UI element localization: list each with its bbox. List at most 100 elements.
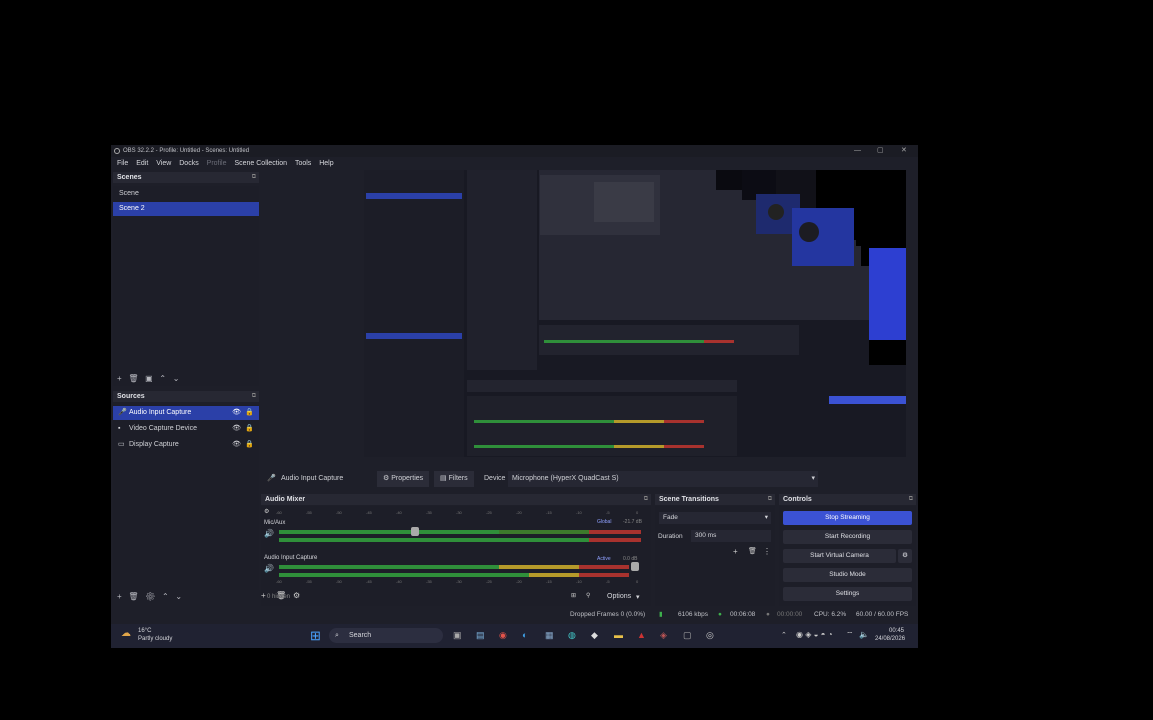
app-icon[interactable]: ◈ — [660, 630, 667, 641]
source-label: Audio Input Capture — [129, 409, 192, 416]
app-icon[interactable]: ◍ — [568, 630, 576, 641]
virtual-camera-settings-icon[interactable]: ⚙ — [898, 549, 912, 563]
add-icon[interactable]: + — [261, 591, 266, 600]
scene-item-selected[interactable]: Scene 2 — [113, 202, 259, 216]
meter-tick-label: -35 — [426, 579, 432, 584]
move-down-icon[interactable]: ⌄ — [173, 374, 180, 383]
add-scene-icon[interactable]: + — [117, 374, 122, 383]
stop-streaming-button[interactable]: Stop Streaming — [783, 511, 912, 525]
move-up-icon[interactable]: ⌃ — [159, 374, 166, 383]
eye-icon[interactable]: 👁 — [232, 422, 241, 436]
undock-icon[interactable]: ⧉ — [644, 494, 648, 505]
studio-mode-button[interactable]: Studio Mode — [783, 568, 912, 582]
volume-icon[interactable]: 🔊 — [264, 529, 274, 538]
meter-scale: -60 -55 -50 -45 -40 -35 -30 -25 -20 -15 -10 -5 0 — [276, 579, 639, 585]
undock-icon[interactable]: ⧉ — [252, 391, 256, 402]
audio-mixer-header: Audio Mixer ⧉ — [261, 494, 651, 505]
task-view-icon[interactable]: ▣ — [453, 630, 462, 641]
scene-item[interactable]: Scene — [113, 187, 259, 201]
channel-menu-icon[interactable]: ⚙ — [264, 508, 269, 515]
move-up-icon[interactable]: ⌃ — [162, 592, 169, 601]
minimize-icon[interactable]: — — [854, 145, 861, 157]
file-explorer-icon[interactable]: ▤ — [476, 630, 485, 641]
menu-file[interactable]: File — [117, 157, 128, 170]
stream-icon: ● — [718, 611, 722, 618]
obs-icon[interactable]: ◎ — [706, 630, 714, 641]
source-item-video-capture[interactable]: ▪ Video Capture Device 👁 🔒 — [113, 422, 259, 436]
menu-view[interactable]: View — [156, 157, 171, 170]
volume-icon[interactable]: 🔊 — [264, 564, 274, 573]
chrome-icon[interactable]: ◉ — [499, 630, 507, 641]
properties-button[interactable]: ⚙ Properties — [377, 471, 430, 487]
volume-slider-handle[interactable] — [631, 562, 639, 571]
mixer-layout-icon[interactable]: ⊞ — [571, 592, 576, 599]
meter-tick-label: -10 — [576, 579, 582, 584]
scenes-list: Scene Scene 2 — [113, 186, 259, 386]
filters-button[interactable]: ▤ Filters — [434, 471, 474, 487]
more-icon[interactable]: ⋮ — [763, 547, 771, 556]
close-icon[interactable]: ✕ — [901, 145, 907, 157]
menu-bar: File Edit View Docks Profile Scene Colle… — [111, 157, 918, 170]
meter-tick-label: -40 — [396, 510, 402, 515]
filters-label: Filters — [448, 475, 468, 482]
eye-icon[interactable]: 👁 — [232, 438, 241, 452]
menu-help[interactable]: Help — [319, 157, 333, 170]
duration-spinbox[interactable]: 300 ms — [691, 530, 771, 542]
edge-icon[interactable]: ◐ — [522, 630, 527, 640]
start-icon[interactable]: ⊞ — [310, 628, 321, 644]
options-button[interactable]: Options — [607, 593, 631, 600]
remove-scene-icon[interactable]: 🗑 — [128, 374, 138, 383]
chevron-up-icon[interactable]: ⌃ — [781, 631, 787, 639]
menu-tools[interactable]: Tools — [295, 157, 311, 170]
link-icon[interactable]: ⚲ — [586, 592, 590, 599]
preview-canvas[interactable] — [364, 170, 906, 457]
settings-button[interactable]: Settings — [783, 587, 912, 601]
source-item-audio-input[interactable]: 🎤 Audio Input Capture 👁 🔒 — [113, 406, 259, 420]
start-virtual-camera-button[interactable]: Start Virtual Camera — [783, 549, 896, 563]
meter-green — [279, 565, 499, 569]
source-item-display-capture[interactable]: ▭ Display Capture 👁 🔒 — [113, 438, 259, 452]
menu-docks[interactable]: Docks — [179, 157, 198, 170]
wifi-icon[interactable]: ⌔ — [846, 630, 854, 640]
start-recording-button[interactable]: Start Recording — [783, 530, 912, 544]
menu-scene-collection[interactable]: Scene Collection — [234, 157, 287, 170]
folder-icon[interactable]: ▬ — [614, 630, 623, 640]
add-source-icon[interactable]: + — [117, 592, 122, 601]
clock-time[interactable]: 00:45 — [889, 628, 904, 634]
menu-edit[interactable]: Edit — [136, 157, 148, 170]
gear-icon[interactable]: ⚙ — [293, 591, 300, 600]
transition-select[interactable]: Fade ▾ — [659, 512, 771, 524]
app-icon[interactable]: ▢ — [683, 630, 692, 641]
chevron-down-icon: ▾ — [811, 475, 815, 482]
maximize-icon[interactable]: ▢ — [877, 145, 884, 157]
move-down-icon[interactable]: ⌄ — [175, 592, 182, 601]
source-context-bar: 🎤 Audio Input Capture ⚙ Properties ▤ Fil… — [261, 471, 821, 487]
undock-icon[interactable]: ⧉ — [252, 172, 256, 183]
search-box[interactable]: ⌕ Search — [329, 628, 443, 643]
meter-green-dim — [499, 530, 589, 534]
weather-icon[interactable]: ☁ — [121, 628, 131, 639]
app-icon[interactable]: ◆ — [591, 630, 598, 641]
remove-transition-icon[interactable]: 🗑 — [748, 547, 757, 555]
lock-icon[interactable]: 🔒 — [245, 438, 254, 452]
app-icon[interactable]: ▦ — [545, 630, 554, 641]
tray-icons[interactable]: ◉ ◈ ◒ ◓ ◔ — [796, 630, 833, 639]
menu-profile[interactable]: Profile — [207, 157, 227, 170]
meter-yellow — [499, 565, 579, 569]
remove-source-icon[interactable]: 🗑 — [128, 592, 138, 601]
device-select[interactable]: Microphone (HyperX QuadCast S) ▾ — [508, 471, 818, 487]
undock-icon[interactable]: ⧉ — [909, 494, 913, 505]
lock-icon[interactable]: 🔒 — [245, 406, 254, 420]
device-value: Microphone (HyperX QuadCast S) — [512, 475, 619, 482]
speaker-icon[interactable]: 🔈 — [859, 630, 869, 639]
source-properties-icon[interactable]: ⚙ — [145, 592, 155, 601]
app-icon[interactable]: ▲ — [637, 630, 646, 640]
scene-filters-icon[interactable]: ▣ — [145, 374, 153, 383]
clock-date[interactable]: 24/08/2026 — [875, 636, 905, 642]
volume-slider-handle[interactable] — [411, 527, 419, 536]
scenes-toolbar: + 🗑 ▣ ⌃ ⌄ — [117, 374, 179, 383]
eye-icon[interactable]: 👁 — [232, 406, 241, 420]
undock-icon[interactable]: ⧉ — [768, 494, 772, 505]
lock-icon[interactable]: 🔒 — [245, 422, 254, 436]
add-transition-icon[interactable]: + — [733, 547, 738, 556]
